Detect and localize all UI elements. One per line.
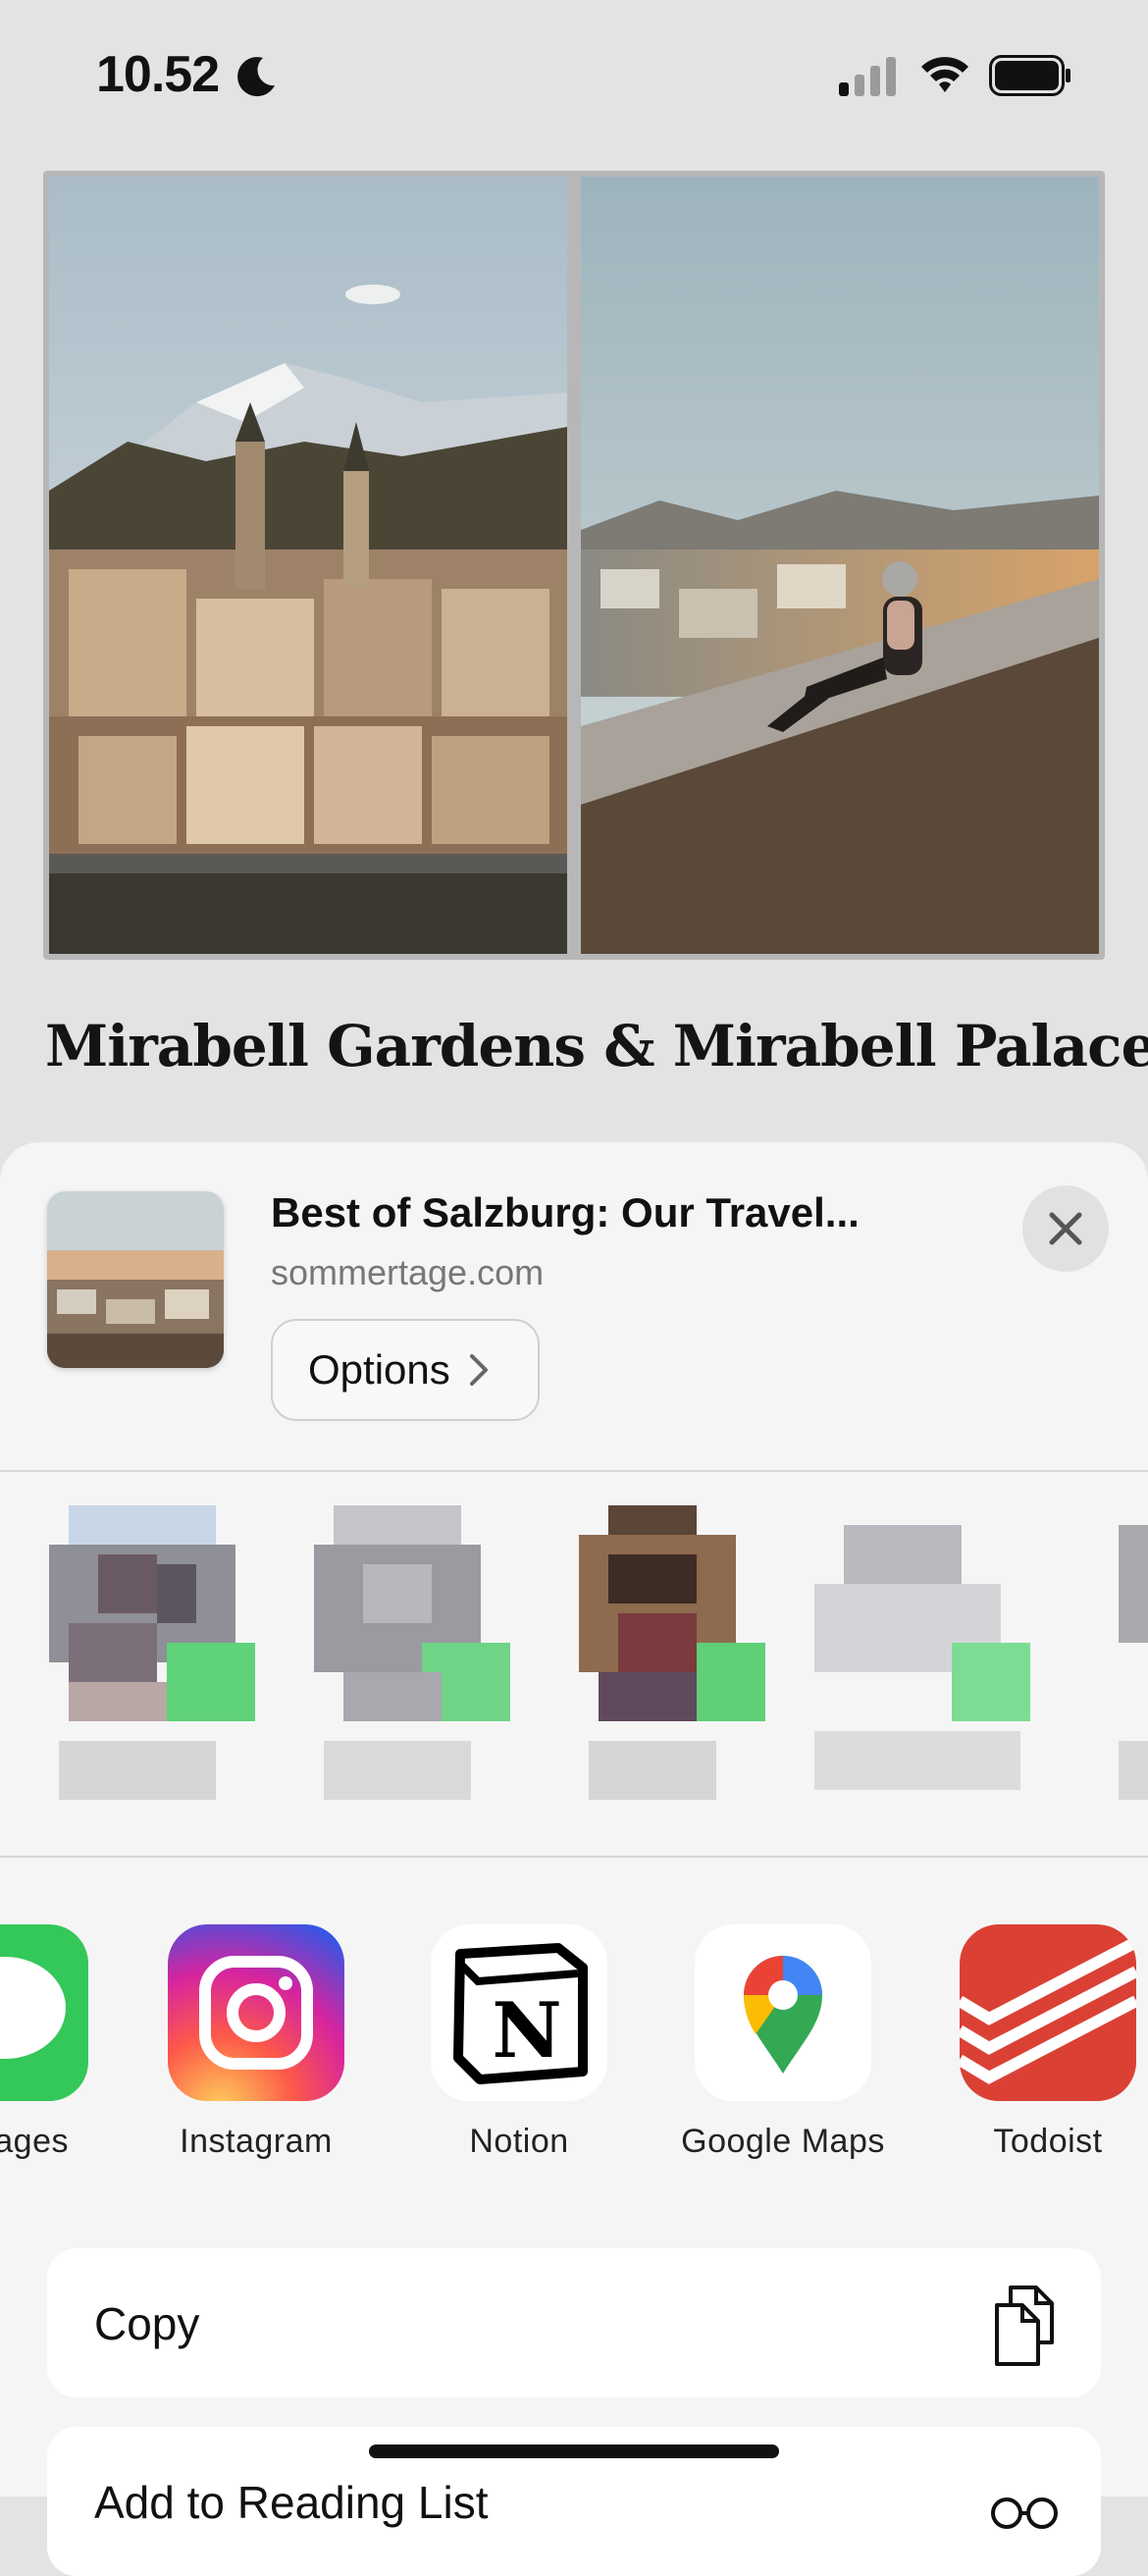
salzburg-old-town-photo bbox=[49, 177, 567, 954]
app-label: Notion bbox=[469, 2123, 569, 2160]
cellular-signal-icon bbox=[839, 57, 896, 96]
divider bbox=[0, 1470, 1148, 1472]
contact-suggestion[interactable] bbox=[265, 1476, 520, 1888]
hero-photo-gallery bbox=[43, 171, 1105, 960]
link-preview-url: sommertage.com bbox=[271, 1252, 545, 1292]
google-maps-icon bbox=[695, 1924, 871, 2101]
app-todoist[interactable]: Todoist bbox=[920, 1924, 1148, 2161]
options-button[interactable]: Options bbox=[271, 1319, 540, 1421]
contact-suggestion[interactable] bbox=[1030, 1476, 1148, 1888]
copy-action[interactable]: Copy bbox=[47, 2248, 1101, 2397]
link-preview-thumbnail bbox=[47, 1191, 224, 1368]
app-label: Instagram bbox=[180, 2123, 333, 2160]
article-title: Mirabell Gardens & Mirabell Palace bbox=[45, 1013, 1148, 1079]
app-notion[interactable]: N Notion bbox=[391, 1924, 647, 2161]
app-label: Google Maps bbox=[681, 2123, 885, 2160]
notion-icon: N bbox=[431, 1924, 607, 2101]
divider bbox=[0, 1856, 1148, 1858]
app-google-maps[interactable]: Google Maps bbox=[655, 1924, 911, 2161]
glasses-icon bbox=[991, 2497, 1058, 2529]
app-label: Todoist bbox=[993, 2123, 1103, 2160]
app-messages[interactable]: ages bbox=[0, 1924, 128, 2161]
contact-suggestions-row bbox=[0, 1476, 1148, 1927]
status-time: 10.52 bbox=[96, 46, 220, 103]
app-instagram[interactable]: Instagram bbox=[129, 1924, 384, 2161]
chevron-right-icon bbox=[469, 1354, 488, 1386]
battery-icon bbox=[989, 55, 1070, 96]
reading-list-action-label: Add to Reading List bbox=[94, 2477, 489, 2528]
traveler-sitting-on-wall-photo bbox=[581, 177, 1099, 954]
copy-icon bbox=[995, 2286, 1054, 2366]
wifi-icon bbox=[921, 57, 968, 92]
status-bar: 10.52 bbox=[0, 0, 1148, 147]
contact-suggestion[interactable] bbox=[520, 1476, 775, 1888]
close-button[interactable] bbox=[1022, 1185, 1109, 1272]
close-icon bbox=[1049, 1212, 1082, 1245]
moon-icon bbox=[237, 57, 275, 97]
home-indicator[interactable] bbox=[369, 2445, 779, 2458]
svg-text:N: N bbox=[492, 1986, 561, 2076]
copy-action-label: Copy bbox=[94, 2298, 200, 2349]
share-sheet: Best of Salzburg: Our Travel... sommerta… bbox=[0, 1142, 1148, 2576]
instagram-icon bbox=[168, 1924, 344, 2101]
todoist-icon bbox=[960, 1924, 1136, 2101]
contact-suggestion[interactable] bbox=[10, 1476, 265, 1888]
app-label: ages bbox=[0, 2123, 69, 2160]
messages-icon bbox=[0, 1924, 88, 2101]
link-preview-title: Best of Salzburg: Our Travel... bbox=[271, 1189, 860, 1235]
options-button-label: Options bbox=[308, 1346, 450, 1393]
share-apps-row: ages Instagram N Notion Google Maps Todo… bbox=[0, 1924, 1148, 2180]
contact-suggestion[interactable] bbox=[775, 1476, 1030, 1888]
